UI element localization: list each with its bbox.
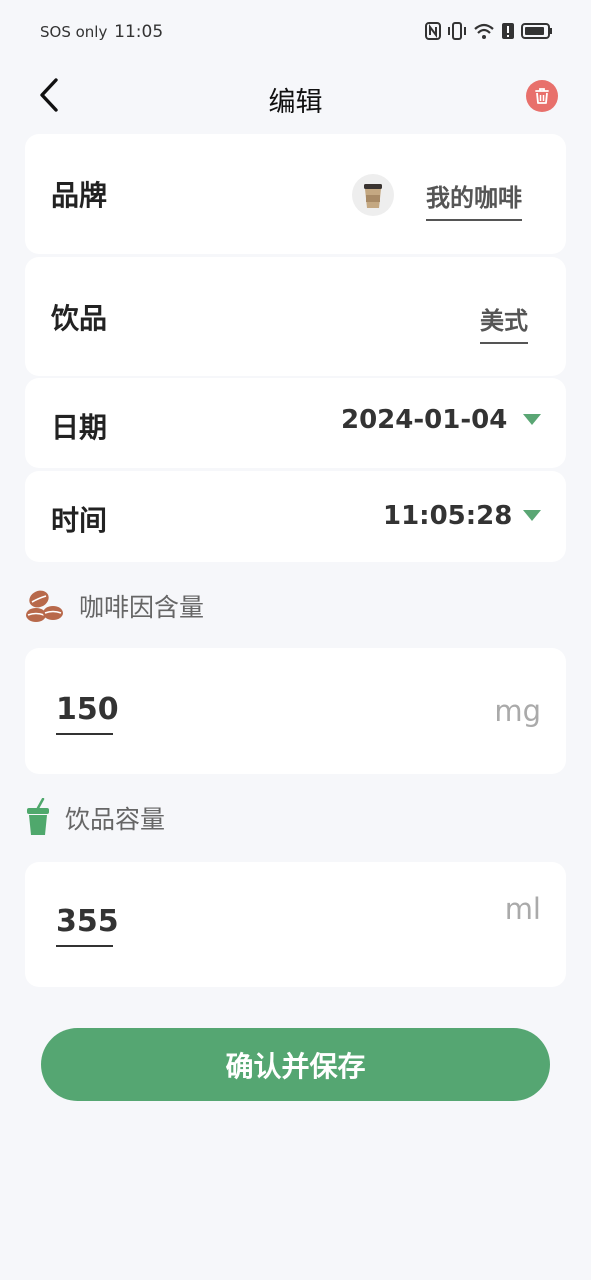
brand-value[interactable]: 我的咖啡 — [426, 178, 522, 221]
cup-icon — [27, 798, 49, 835]
drink-label: 饮品 — [51, 302, 108, 335]
save-button[interactable]: 确认并保存 — [41, 1028, 550, 1101]
volume-card[interactable]: 355 ml — [25, 862, 566, 987]
battery-icon — [521, 23, 552, 39]
brand-label: 品牌 — [51, 179, 108, 212]
date-value[interactable]: 2024-01-04 — [341, 405, 507, 435]
caffeine-card[interactable]: 150 mg — [25, 648, 566, 774]
carrier-text: SOS only — [40, 23, 108, 41]
volume-section-label: 饮品容量 — [65, 805, 166, 834]
delete-button[interactable] — [526, 80, 558, 112]
volume-unit: ml — [504, 892, 541, 926]
date-label: 日期 — [51, 411, 108, 444]
time-card[interactable]: 时间 11:05:28 — [25, 471, 566, 562]
caffeine-section-header: 咖啡因含量 — [25, 588, 204, 624]
date-card[interactable]: 日期 2024-01-04 — [25, 378, 566, 468]
drink-value[interactable]: 美式 — [480, 301, 528, 344]
vibrate-icon — [448, 22, 466, 40]
trash-icon — [535, 88, 549, 104]
nfc-icon — [425, 22, 441, 40]
date-dropdown-icon[interactable] — [523, 414, 541, 425]
status-left: SOS only 11:05 — [40, 22, 163, 42]
clock-text: 11:05 — [114, 22, 164, 42]
volume-section-header: 饮品容量 — [25, 798, 165, 838]
time-label: 时间 — [51, 504, 108, 537]
coffee-cup-icon — [352, 174, 394, 216]
caffeine-input[interactable]: 150 — [56, 692, 119, 735]
header-bar: 编辑 — [0, 66, 591, 126]
time-dropdown-icon[interactable] — [523, 510, 541, 521]
wifi-icon — [474, 23, 494, 39]
status-bar: SOS only 11:05 — [0, 0, 591, 66]
status-icons — [425, 22, 553, 40]
volume-input[interactable]: 355 — [56, 904, 119, 947]
page-title: 编辑 — [268, 87, 323, 118]
signal-alert-icon — [502, 23, 514, 39]
time-value[interactable]: 11:05:28 — [383, 501, 512, 531]
caffeine-section-label: 咖啡因含量 — [79, 593, 205, 622]
drink-card[interactable]: 饮品 美式 — [25, 257, 566, 376]
brand-card[interactable]: 品牌 我的咖啡 — [25, 134, 566, 254]
coffee-beans-icon — [26, 590, 63, 622]
caffeine-unit: mg — [494, 694, 541, 728]
